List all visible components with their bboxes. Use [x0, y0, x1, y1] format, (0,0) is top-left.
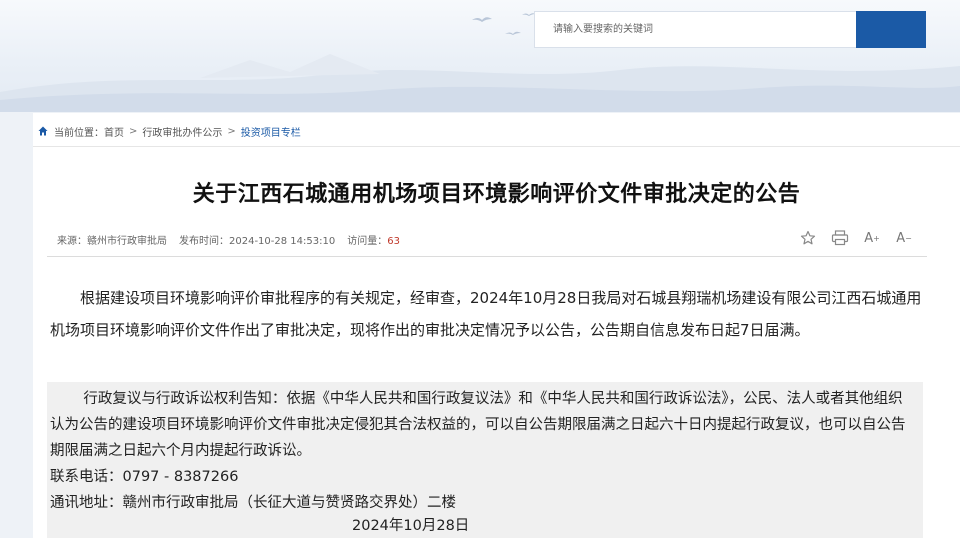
- article-body-paragraph: 根据建设项目环境影响评价审批程序的有关规定，经审查，2024年10月28日我局对…: [50, 289, 922, 339]
- printer-icon: [831, 230, 849, 246]
- breadcrumb-separator: >: [227, 125, 236, 137]
- font-decrease-button[interactable]: A −: [893, 228, 915, 248]
- font-increase-button[interactable]: A +: [861, 228, 883, 248]
- search-bar: [534, 11, 926, 48]
- breadcrumb-link-investment[interactable]: 投资项目专栏: [241, 124, 301, 139]
- print-button[interactable]: [829, 228, 851, 248]
- breadcrumb-link-home[interactable]: 首页: [104, 124, 124, 139]
- breadcrumb-prefix: 当前位置：: [54, 127, 104, 139]
- star-icon: [800, 230, 816, 245]
- favorite-button[interactable]: [797, 228, 819, 248]
- font-increase-label: A: [864, 230, 874, 246]
- rights-notice: 行政复议与行政诉讼权利告知：依据《中华人民共和国行政复议法》和《中华人民共和国行…: [50, 391, 906, 459]
- contact-phone: 联系电话：0797 - 8387266: [50, 469, 239, 485]
- view-count: 访问量：63: [347, 232, 400, 247]
- article-title: 关于江西石城通用机场项目环境影响评价文件审批决定的公告: [192, 182, 801, 207]
- notice-date: 2024年10月28日: [352, 518, 470, 534]
- minus-icon: −: [905, 233, 912, 243]
- font-decrease-label: A: [896, 230, 906, 246]
- header-banner: [0, 0, 960, 112]
- bird-icon: [472, 13, 536, 35]
- notice-content: 行政复议与行政诉讼权利告知：依据《中华人民共和国行政复议法》和《中华人民共和国行…: [50, 386, 916, 516]
- view-count-value: 63: [387, 236, 400, 247]
- publish-time: 发布时间：2024-10-28 14:53:10: [179, 236, 336, 247]
- breadcrumb-separator: >: [129, 125, 138, 137]
- plus-icon: +: [873, 233, 880, 243]
- breadcrumb: 当前位置： 首页 > 行政审批办件公示 > 投资项目专栏: [38, 123, 301, 139]
- article-source: 来源：赣州市行政审批局: [57, 236, 167, 247]
- search-button[interactable]: [536, 11, 926, 48]
- view-count-label: 访问量：: [347, 236, 388, 247]
- divider: [33, 146, 960, 147]
- home-icon: [38, 126, 48, 136]
- divider: [47, 256, 927, 257]
- breadcrumb-link-approvals[interactable]: 行政审批办件公示: [142, 124, 222, 139]
- search-icon: [536, 13, 555, 32]
- search-input[interactable]: [535, 12, 856, 47]
- article-tools: A + A −: [797, 228, 915, 248]
- article-meta: 来源：赣州市行政审批局 发布时间：2024-10-28 14:53:10 访问量…: [57, 232, 400, 247]
- contact-address: 通讯地址：赣州市行政审批局（长征大道与赞贤路交界处）二楼: [50, 495, 456, 511]
